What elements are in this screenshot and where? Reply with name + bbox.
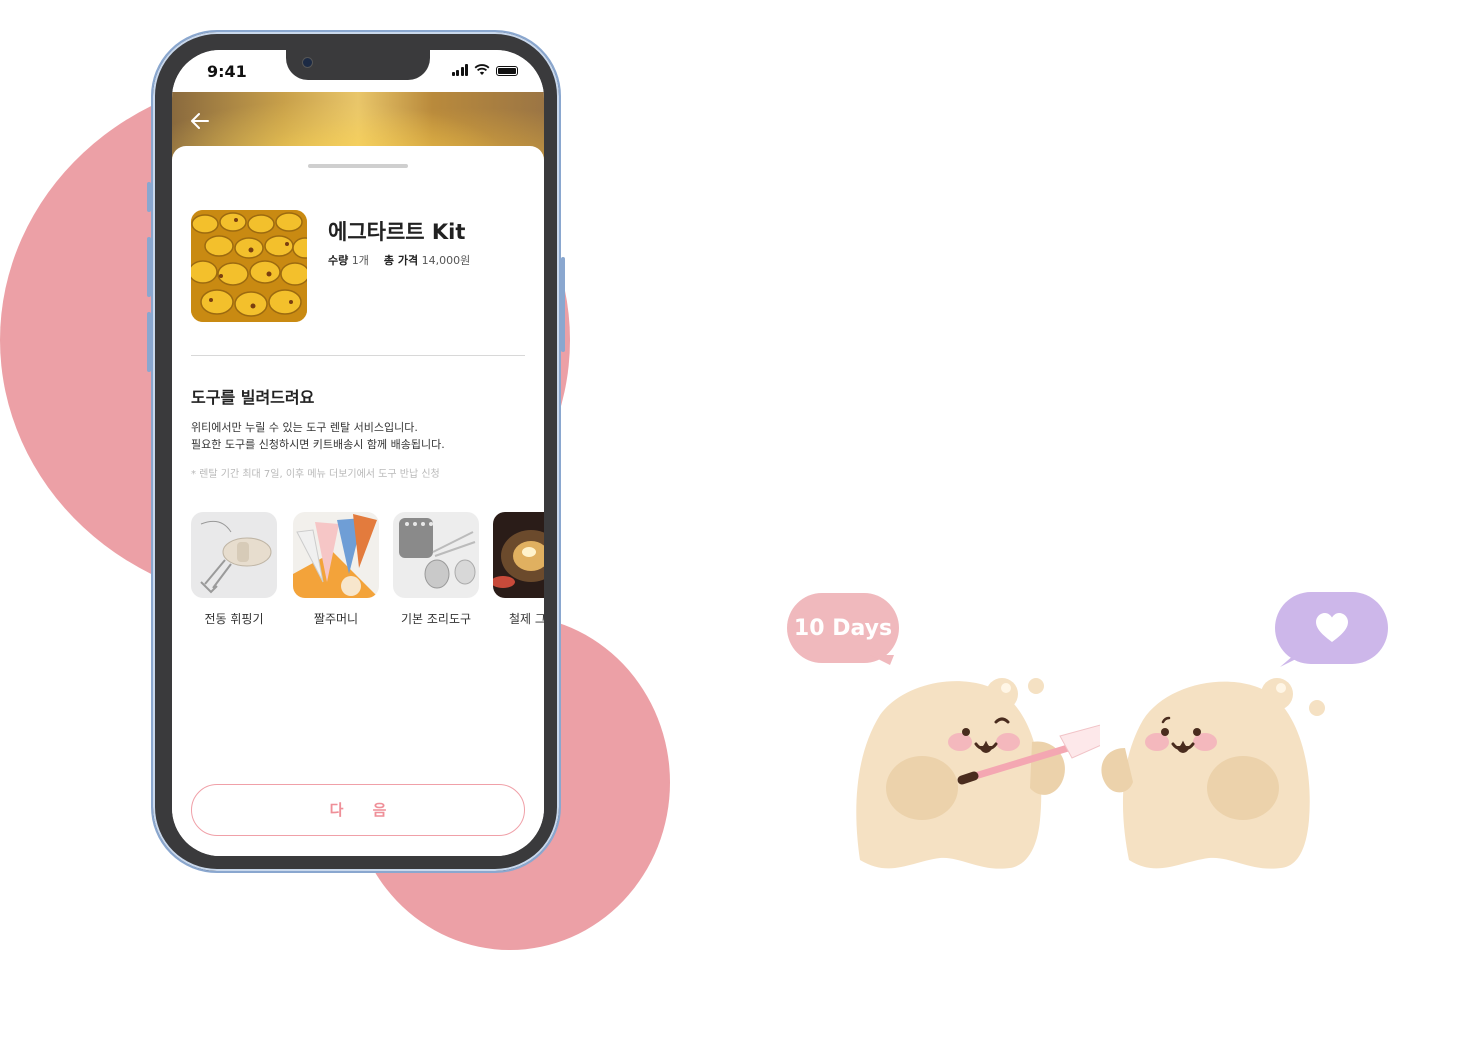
tool-item-hand-mixer[interactable]: 전동 휘핑기 bbox=[191, 512, 277, 627]
battery-icon bbox=[496, 66, 518, 76]
rental-note: * 렌탈 기간 최대 7일, 이후 메뉴 더보기에서 도구 반납 신청 bbox=[191, 469, 440, 480]
steel-bowl-image bbox=[493, 512, 544, 598]
phone-frame: 9:41 에그타르트 Kit 수량 1개 총 가격 14,000원 도구를 빌려… bbox=[147, 30, 565, 873]
rental-title: 도구를 빌려드려요 bbox=[191, 388, 315, 407]
divider bbox=[191, 355, 525, 356]
heart-icon bbox=[1315, 613, 1348, 642]
bubble-text: 10 Days bbox=[793, 615, 893, 641]
piping-bag-image bbox=[293, 512, 379, 598]
total-price-label: 총 가격 bbox=[383, 254, 419, 267]
tool-item-steel-bowl[interactable]: 철제 그 bbox=[493, 512, 544, 627]
tool-item-piping-bag[interactable]: 짤주머니 bbox=[293, 512, 379, 627]
product-name: 에그타르트 Kit bbox=[328, 220, 466, 244]
basic-utensils-image bbox=[393, 512, 479, 598]
rental-description: 위티에서만 누릴 수 있는 도구 렌탈 서비스입니다. 필요한 도구를 신청하시… bbox=[191, 419, 531, 453]
silent-switch bbox=[147, 182, 151, 212]
sheet-handle[interactable] bbox=[308, 164, 408, 168]
notch bbox=[286, 50, 430, 80]
tool-label: 짤주머니 bbox=[313, 612, 359, 626]
speech-bubble-left: 10 Days bbox=[787, 593, 899, 663]
rental-desc-line-2: 필요한 도구를 신청하시면 키트배송시 함께 배송됩니다. bbox=[191, 438, 445, 451]
status-icons bbox=[451, 64, 518, 76]
product-meta: 수량 1개 총 가격 14,000원 bbox=[328, 252, 470, 268]
mascot-left bbox=[856, 678, 1100, 869]
signal-icon bbox=[451, 64, 468, 76]
quantity-value: 1개 bbox=[351, 254, 369, 267]
tool-item-basic-utensils[interactable]: 기본 조리도구 bbox=[393, 512, 479, 627]
tool-label: 기본 조리도구 bbox=[400, 612, 472, 626]
speech-bubble-right bbox=[1275, 592, 1388, 664]
back-arrow-icon[interactable] bbox=[188, 110, 212, 134]
rental-desc-line-1: 위티에서만 누릴 수 있는 도구 렌탈 서비스입니다. bbox=[191, 421, 418, 434]
bottom-sheet: 에그타르트 Kit 수량 1개 총 가격 14,000원 도구를 빌려드려요 위… bbox=[172, 146, 544, 856]
tool-label: 철제 그 bbox=[509, 612, 544, 626]
phone-screen: 9:41 에그타르트 Kit 수량 1개 총 가격 14,000원 도구를 빌려… bbox=[172, 50, 544, 856]
volume-up-button bbox=[147, 237, 151, 297]
status-time: 9:41 bbox=[207, 62, 247, 81]
total-price-value: 14,000원 bbox=[421, 254, 471, 267]
volume-down-button bbox=[147, 312, 151, 372]
power-button bbox=[561, 257, 565, 352]
tool-label: 전동 휘핑기 bbox=[204, 612, 264, 626]
hand-mixer-image bbox=[191, 512, 277, 598]
quantity-label: 수량 bbox=[328, 254, 349, 267]
next-button[interactable]: 다 음 bbox=[191, 784, 525, 836]
mascot-right bbox=[1101, 678, 1325, 869]
product-image bbox=[191, 210, 307, 322]
tool-carousel[interactable]: 전동 휘핑기 짤주머니 기본 조리도구 철제 그 bbox=[191, 512, 544, 632]
camera-icon bbox=[302, 57, 313, 68]
wifi-icon bbox=[474, 64, 490, 75]
